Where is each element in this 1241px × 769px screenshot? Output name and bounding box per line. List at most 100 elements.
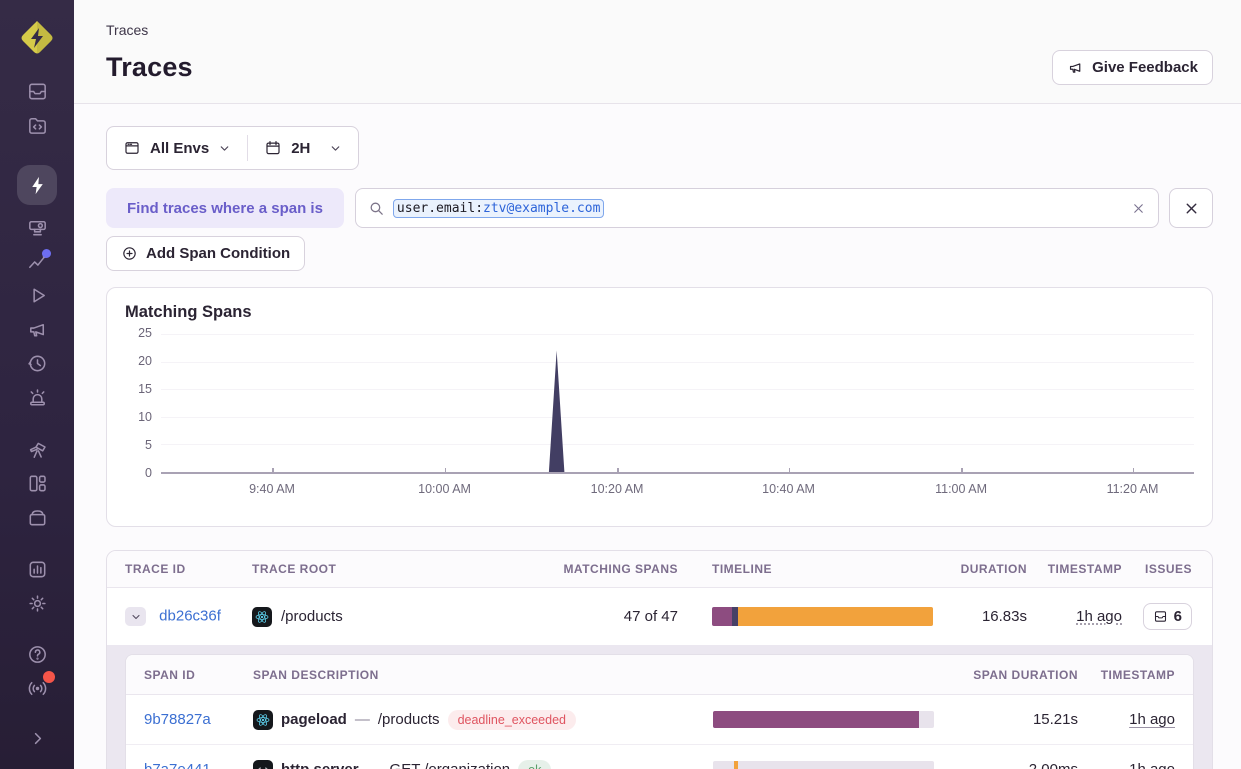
sidebar-item-releases[interactable] bbox=[0, 346, 74, 380]
expand-trace-toggle[interactable] bbox=[125, 607, 146, 626]
folder-code-icon bbox=[26, 114, 49, 137]
sidebar-item-stats[interactable] bbox=[0, 552, 74, 586]
sidebar-item-insights[interactable] bbox=[0, 244, 74, 278]
sidebar-collapse-button[interactable] bbox=[0, 721, 74, 755]
span-timeline-bar[interactable] bbox=[713, 711, 934, 728]
add-span-condition-label: Add Span Condition bbox=[146, 245, 290, 262]
sidebar-item-dashboards[interactable] bbox=[0, 466, 74, 500]
traces-table: Trace ID Trace Root Matching Spans Timel… bbox=[106, 550, 1213, 769]
search-token[interactable]: user.email:ztv@example.com bbox=[393, 199, 605, 218]
search-icon bbox=[368, 200, 385, 217]
page-header: Traces Traces Give Feedback bbox=[74, 0, 1241, 104]
trace-row: db26c36f /products 47 of 47 bbox=[107, 588, 1212, 645]
spans-table: Span ID Span Description Span Duration T… bbox=[125, 654, 1194, 769]
give-feedback-label: Give Feedback bbox=[1092, 59, 1198, 76]
sidebar-item-whats-new[interactable] bbox=[0, 671, 74, 705]
close-icon bbox=[1183, 200, 1200, 217]
span-timestamp[interactable]: 1h ago bbox=[1129, 761, 1175, 769]
chevron-right-icon bbox=[26, 727, 49, 750]
chart-x-axis: 9:40 AM10:00 AM10:20 AM10:40 AM11:00 AM1… bbox=[161, 474, 1194, 500]
span-search-input[interactable]: user.email:ztv@example.com bbox=[355, 188, 1159, 228]
span-id-link[interactable]: b7a7e441 bbox=[144, 761, 211, 769]
sidebar-item-alerts[interactable] bbox=[0, 380, 74, 414]
bar-chart-icon bbox=[26, 558, 49, 581]
sidebar bbox=[0, 0, 74, 769]
col-span-id: Span ID bbox=[126, 668, 253, 682]
trace-root-name: /products bbox=[281, 608, 343, 625]
span-id-link[interactable]: 9b78827a bbox=[144, 711, 211, 728]
server-platform-icon bbox=[253, 760, 273, 769]
sidebar-item-feedback[interactable] bbox=[0, 312, 74, 346]
span-description: /products bbox=[378, 711, 440, 728]
span-timestamp[interactable]: 1h ago bbox=[1129, 711, 1175, 728]
sidebar-item-settings[interactable] bbox=[0, 586, 74, 620]
separator: — bbox=[355, 711, 370, 728]
active-nav-highlight bbox=[17, 165, 57, 205]
environment-filter[interactable]: All Envs bbox=[107, 127, 247, 169]
page-title: Traces bbox=[106, 52, 193, 83]
time-period-label: 2H bbox=[291, 140, 310, 157]
org-logo[interactable] bbox=[15, 16, 59, 60]
chevron-down-icon bbox=[218, 142, 231, 155]
search-token-value: ztv@example.com bbox=[483, 201, 600, 216]
issues-icon bbox=[1153, 609, 1168, 624]
col-duration: Duration bbox=[933, 562, 1027, 576]
span-op: http.server bbox=[281, 761, 359, 769]
trace-issues-button[interactable]: 6 bbox=[1143, 603, 1192, 630]
span-duration: 15.21s bbox=[934, 711, 1078, 728]
sidebar-item-projects[interactable] bbox=[0, 108, 74, 142]
chart-y-axis: 0510152025 bbox=[125, 334, 161, 474]
matching-spans-count: 47 of 47 bbox=[563, 608, 678, 625]
telescope-icon bbox=[26, 438, 49, 461]
play-icon bbox=[26, 284, 49, 307]
span-description: GET /organization bbox=[390, 761, 511, 769]
col-trace-id: Trace ID bbox=[107, 562, 252, 576]
close-icon bbox=[1131, 201, 1146, 216]
span-row: b7a7e441 http.server — GET /organization… bbox=[126, 745, 1193, 769]
col-timeline: Timeline bbox=[678, 562, 933, 576]
give-feedback-button[interactable]: Give Feedback bbox=[1052, 50, 1213, 85]
col-span-description: Span Description bbox=[253, 668, 713, 682]
breadcrumb[interactable]: Traces bbox=[106, 22, 1213, 38]
sidebar-item-discover[interactable] bbox=[0, 432, 74, 466]
col-issues: Issues bbox=[1122, 562, 1210, 576]
sidebar-item-issues[interactable] bbox=[0, 74, 74, 108]
add-span-condition-button[interactable]: Add Span Condition bbox=[106, 236, 305, 271]
trace-id-link[interactable]: db26c36f bbox=[159, 607, 221, 624]
sidebar-item-archive[interactable] bbox=[0, 500, 74, 534]
layout-grid-icon bbox=[26, 472, 49, 495]
remove-condition-button[interactable] bbox=[1169, 188, 1213, 228]
window-icon bbox=[123, 139, 141, 157]
sidebar-item-help[interactable] bbox=[0, 637, 74, 671]
react-icon bbox=[253, 710, 273, 730]
trace-duration: 16.83s bbox=[933, 608, 1027, 625]
sidebar-item-profiling[interactable] bbox=[0, 210, 74, 244]
col-timestamp: Timestamp bbox=[1027, 562, 1122, 576]
sidebar-item-traces[interactable] bbox=[0, 160, 74, 210]
projector-icon bbox=[26, 216, 49, 239]
filter-bar: All Envs 2H bbox=[106, 126, 359, 170]
trace-timeline-bar[interactable] bbox=[712, 607, 933, 626]
chevron-down-icon bbox=[130, 611, 142, 623]
span-duration: 2.00ms bbox=[934, 761, 1078, 769]
span-op: pageload bbox=[281, 711, 347, 728]
trace-timestamp[interactable]: 1h ago bbox=[1076, 608, 1122, 625]
col-matching-spans: Matching Spans bbox=[563, 562, 678, 576]
chevron-down-icon bbox=[329, 142, 342, 155]
megaphone-icon bbox=[26, 318, 49, 341]
calendar-icon bbox=[264, 139, 282, 157]
search-token-key: user.email: bbox=[397, 201, 483, 216]
chart-plot[interactable] bbox=[161, 334, 1194, 474]
history-clock-icon bbox=[26, 352, 49, 375]
insights-notification-dot bbox=[42, 249, 51, 258]
span-status-badge: deadline_exceeded bbox=[448, 710, 576, 730]
gear-icon bbox=[26, 592, 49, 615]
clear-search-button[interactable] bbox=[1131, 201, 1146, 216]
col-trace-root: Trace Root bbox=[252, 562, 563, 576]
separator: — bbox=[367, 761, 382, 769]
expanded-trace-panel: Span ID Span Description Span Duration T… bbox=[107, 645, 1212, 769]
span-timeline-bar[interactable] bbox=[713, 761, 934, 769]
traces-table-header: Trace ID Trace Root Matching Spans Timel… bbox=[107, 551, 1212, 588]
time-period-filter[interactable]: 2H bbox=[248, 127, 358, 169]
sidebar-item-replays[interactable] bbox=[0, 278, 74, 312]
